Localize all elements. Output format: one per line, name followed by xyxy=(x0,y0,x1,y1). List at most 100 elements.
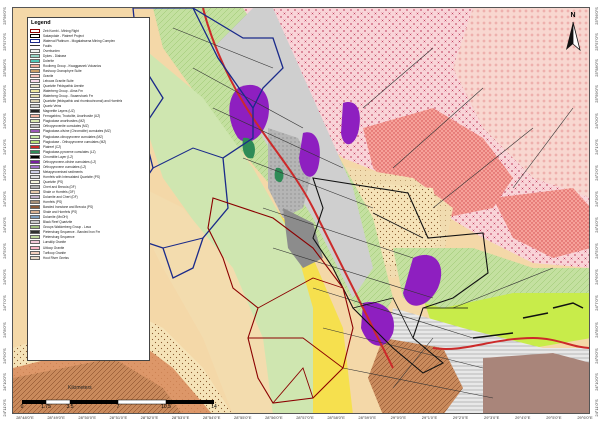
legend-swatch xyxy=(30,210,40,215)
legend-label: Platreef (CZ) xyxy=(43,144,62,149)
legend-label: Quartzite (feldspathic and rhombochromal… xyxy=(43,99,123,104)
legend-swatch xyxy=(30,164,40,169)
longitude-tick: 28°52'0"E xyxy=(140,415,159,420)
legend-swatch xyxy=(30,104,40,109)
legend-label: Dykes - Diabase xyxy=(43,53,67,58)
legend-label: Banded Ironstone and Breccia (PS) xyxy=(43,205,94,210)
legend-swatch xyxy=(30,215,40,220)
longitude-tick: 28°50'0"E xyxy=(78,415,97,420)
legend-label: Plagioclase anorthosites (MZ) xyxy=(43,119,86,124)
map-frame: Legend Zeb Kombi - Mining Right Sakarpdal… xyxy=(0,0,602,425)
legend-swatch xyxy=(30,179,40,184)
legend-swatch xyxy=(30,33,40,38)
legend-swatch xyxy=(30,190,40,195)
legend-swatch xyxy=(30,94,40,99)
longitude-tick: 28°49'0"E xyxy=(47,415,65,420)
legend-swatch xyxy=(30,184,40,189)
longitude-tick: 29°3'0"E xyxy=(483,415,500,420)
legend-swatch xyxy=(30,255,40,260)
legend-label: Ferrogabbro, Troctolite, Anorthosite (UZ… xyxy=(43,114,101,119)
legend-swatch xyxy=(30,250,40,255)
legend-label: Dolomite and Chert (DF) xyxy=(43,195,78,200)
scale-label: 7 xyxy=(116,404,120,410)
legend-label: Dolerite xyxy=(43,58,54,63)
scale-bar xyxy=(22,399,214,405)
legend-label: Waterberg Group - Alma Fm xyxy=(43,89,83,94)
legend-label: Dolomite (MnOH) xyxy=(43,215,68,220)
legend-label: Metapyroxenised sediments xyxy=(43,169,83,174)
longitude-tick: 28°56'0"E xyxy=(265,415,283,420)
legend-swatch xyxy=(30,230,40,235)
legend-list: Zeb Kombi - Mining Right Sakarpdale - Pla… xyxy=(30,28,147,260)
legend-swatch xyxy=(30,89,40,94)
longitude-tick: 28°54'0"E xyxy=(202,415,221,420)
legend-swatch xyxy=(30,159,40,164)
legend-swatch xyxy=(30,205,40,210)
legend-label: Quartzite (PS) xyxy=(43,179,64,184)
legend-swatch xyxy=(30,129,40,134)
longitude-tick: 28°57'0"E xyxy=(296,415,314,420)
legend-item: Hout River Gneiss xyxy=(30,255,147,260)
scale-unit: Kilometers xyxy=(68,385,92,391)
legend-label: Plagioclase-olivine (Chromolite) cumulat… xyxy=(43,129,111,134)
longitude-tick: 28°51'0"E xyxy=(109,415,128,420)
legend-label: Rooiberg Group - Kwaggasnek Volcanics xyxy=(43,63,102,68)
legend-label: Shale and Hornfels (PS) xyxy=(43,210,78,215)
longitude-tick: 29°0'0"E xyxy=(390,415,407,420)
legend-label: Rashoop Granophyre Suite xyxy=(43,68,82,73)
legend-label: Waterberg Group - Swaershoek Fm xyxy=(43,94,94,99)
legend-swatch xyxy=(30,134,40,139)
legend-swatch xyxy=(30,58,40,63)
legend-label: Turfloop Granite xyxy=(43,250,66,255)
legend-label: Orthopyroxene cumulates (LZ) xyxy=(43,164,87,169)
legend-swatch xyxy=(30,84,40,89)
legend-label: Hornfels (PS) xyxy=(43,200,63,205)
legend-label: Black Reef Quartzite xyxy=(43,220,73,225)
legend-swatch xyxy=(30,68,40,73)
map-legend: Legend Zeb Kombi - Mining Right Sakarpdal… xyxy=(27,17,150,361)
legend-swatch xyxy=(30,53,40,58)
north-label: N xyxy=(570,12,576,19)
legend-label: Plagioclase - Orthopyroxene cumulates (M… xyxy=(43,139,107,144)
legend-label: Quartz Veins xyxy=(43,104,62,109)
legend-swatch xyxy=(30,114,40,119)
legend-swatch xyxy=(30,200,40,205)
legend-label: Plagioclase-pyroxene cumulates (LZ) xyxy=(43,149,96,154)
legend-swatch xyxy=(30,174,40,179)
legend-label: Quartzite Feldspathic Arenite xyxy=(43,84,84,89)
legend-swatch xyxy=(30,149,40,154)
longitude-tick: 28°58'0"E xyxy=(327,415,345,420)
legend-swatch xyxy=(30,245,40,250)
legend-swatch xyxy=(30,48,40,53)
legend-label: Plagioclase-clinopyroxene cumulates (MZ) xyxy=(43,134,104,139)
legend-label: Lunsklip Granite xyxy=(43,240,67,245)
legend-label: Hornfels with Intercalated Quartzite (PS… xyxy=(43,174,101,179)
longitude-tick: 28°55'0"E xyxy=(233,415,252,420)
longitude-tick: 28°53'0"E xyxy=(171,415,190,420)
legend-swatch xyxy=(30,220,40,225)
longitude-tick: 29°1'0"E xyxy=(421,415,438,420)
legend-swatch xyxy=(30,195,40,200)
geological-map[interactable]: Legend Zeb Kombi - Mining Right Sakarpdal… xyxy=(12,7,590,414)
legend-swatch xyxy=(30,144,40,149)
longitude-tick: 29°5'0"E xyxy=(546,415,562,420)
latitude-tick: 24°11'0"S xyxy=(594,399,599,417)
legend-label: Waterval Platinum - Mogalakwena Mining C… xyxy=(43,38,115,43)
longitude-tick: 29°2'0"E xyxy=(452,415,469,420)
legend-swatch xyxy=(30,45,40,47)
legend-label: Zeb Kombi - Mining Right xyxy=(43,28,79,33)
legend-label: Lebowa Granite Suite xyxy=(43,78,74,83)
legend-label: Chert and Breccia (DF) xyxy=(43,184,76,189)
legend-label: Overburden xyxy=(43,48,60,53)
legend-swatch xyxy=(30,139,40,144)
legend-swatch xyxy=(30,109,40,114)
legend-swatch xyxy=(30,28,40,33)
legend-swatch xyxy=(30,235,40,240)
legend-swatch xyxy=(30,38,40,43)
legend-swatch xyxy=(30,63,40,68)
scale-label: 3.5 xyxy=(66,404,74,410)
legend-title: Legend xyxy=(31,20,51,26)
legend-swatch xyxy=(30,169,40,174)
longitude-tick: 28°48'0"E xyxy=(16,415,34,420)
legend-label: Uitloop Granite xyxy=(43,245,65,250)
